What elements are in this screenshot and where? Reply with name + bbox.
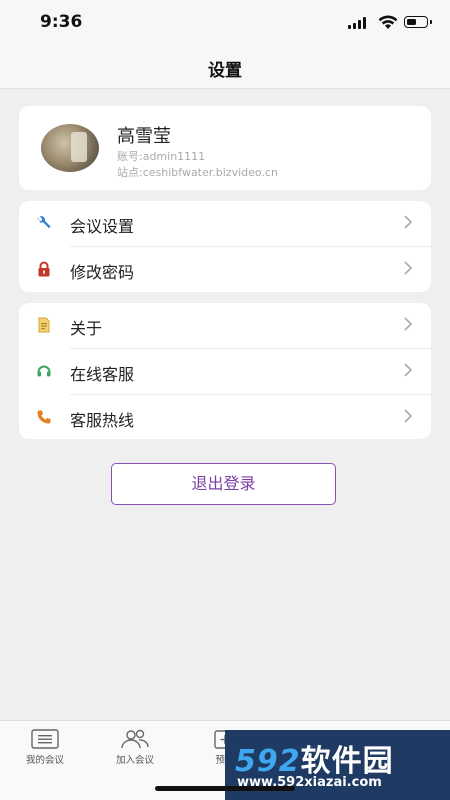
profile-site: 站点:ceshibfwater.bizvideo.cn xyxy=(117,166,278,179)
watermark-brand: 592软件园 xyxy=(235,744,394,779)
menu-label: 客服热线 xyxy=(70,411,135,430)
chevron-right-icon xyxy=(404,409,413,423)
status-bar: 9:36 xyxy=(0,0,450,46)
status-time: 9:36 xyxy=(40,12,83,32)
tab-join-meeting[interactable]: 加入会议 xyxy=(90,729,180,779)
battery-icon xyxy=(404,16,432,28)
profile-account: 账号:admin1111 xyxy=(117,150,206,163)
menu-item-online-support[interactable]: 在线客服 xyxy=(19,349,431,394)
lock-icon xyxy=(38,261,50,277)
people-icon xyxy=(121,729,149,749)
avatar xyxy=(41,124,99,172)
document-icon xyxy=(38,317,50,333)
phone-icon xyxy=(37,410,51,424)
menu-label: 关于 xyxy=(70,319,103,338)
chevron-right-icon xyxy=(404,261,413,275)
settings-screen: 9:36 设置 高雪莹 账号:admin1111 站点:ceshibfwater… xyxy=(0,0,450,800)
menu-label: 修改密码 xyxy=(70,263,135,282)
nav-bar: 设置 xyxy=(0,46,450,89)
profile-card[interactable]: 高雪莹 账号:admin1111 站点:ceshibfwater.bizvide… xyxy=(19,106,431,190)
menu-label: 在线客服 xyxy=(70,365,135,384)
menu-item-about[interactable]: 关于 xyxy=(19,303,431,348)
profile-name: 高雪莹 xyxy=(117,126,171,147)
logout-button[interactable]: 退出登录 xyxy=(111,463,336,505)
tab-my-meetings[interactable]: 我的会议 xyxy=(0,729,90,779)
signal-icon xyxy=(348,17,368,29)
menu-item-change-password[interactable]: 修改密码 xyxy=(19,247,431,292)
menu-item-hotline[interactable]: 客服热线 xyxy=(19,395,431,440)
chevron-right-icon xyxy=(404,317,413,331)
home-indicator xyxy=(155,786,295,791)
wrench-icon xyxy=(37,216,51,229)
menu-item-meeting-settings[interactable]: 会议设置 xyxy=(19,201,431,246)
page-title: 设置 xyxy=(208,61,242,81)
tab-label: 加入会议 xyxy=(115,755,154,766)
headset-icon xyxy=(37,365,51,377)
list-icon xyxy=(31,729,59,749)
chevron-right-icon xyxy=(404,363,413,377)
tab-label: 我的会议 xyxy=(25,755,64,766)
chevron-right-icon xyxy=(404,215,413,229)
menu-group-meeting: 会议设置 修改密码 xyxy=(19,201,431,292)
menu-label: 会议设置 xyxy=(70,217,135,236)
wifi-icon xyxy=(378,15,398,29)
menu-group-support: 关于 在线客服 客服热线 xyxy=(19,303,431,439)
